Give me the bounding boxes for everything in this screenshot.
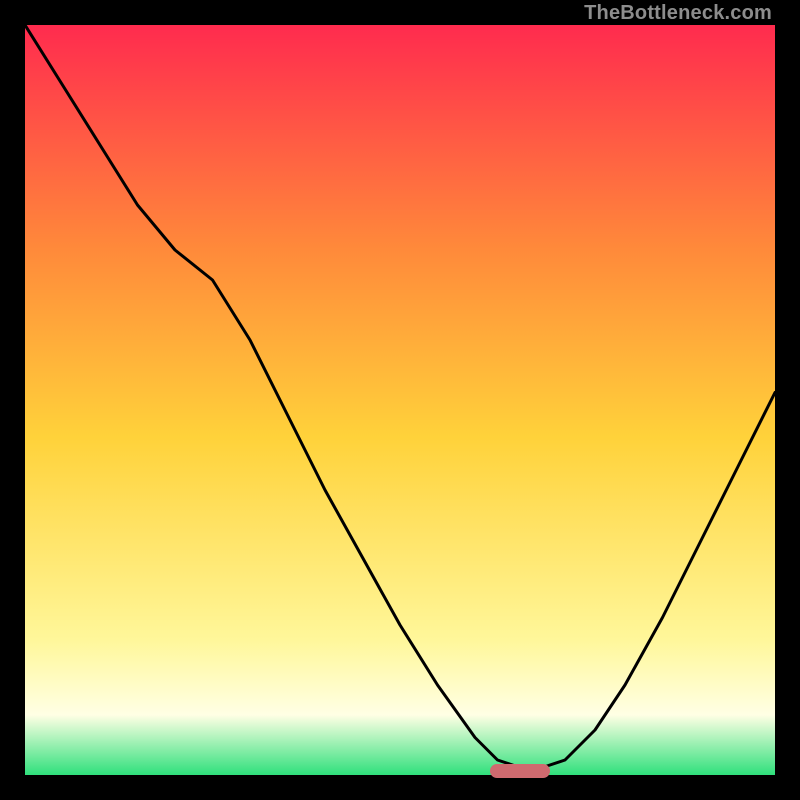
optimal-range-marker bbox=[490, 764, 550, 778]
gradient-background bbox=[25, 25, 775, 775]
watermark-text: TheBottleneck.com bbox=[584, 2, 772, 25]
plot-frame bbox=[25, 25, 775, 775]
bottleneck-chart bbox=[25, 25, 775, 775]
